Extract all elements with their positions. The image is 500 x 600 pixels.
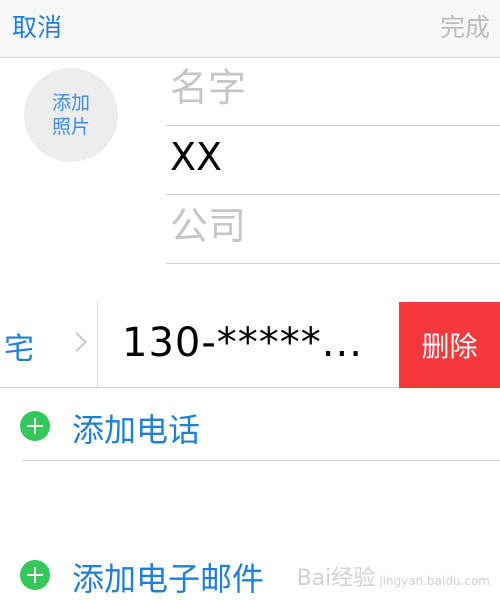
done-button[interactable]: 完成 [440, 8, 490, 44]
chevron-right-icon[interactable] [67, 332, 87, 352]
add-phone-button[interactable]: 添加电话 [0, 391, 500, 463]
phone-type-label[interactable]: 宅 [4, 324, 34, 368]
new-contact-screen: 取消 完成 添加照片 名字 XX 公司 宅 130-*****... 删除 添加… [0, 0, 500, 600]
add-email-label: 添加电子邮件 [72, 560, 265, 598]
last-name-field[interactable]: XX [166, 127, 500, 195]
add-circle-icon [20, 560, 50, 590]
navigation-bar: 取消 完成 [0, 0, 500, 58]
divider [22, 460, 500, 461]
watermark-text: Bai经验 [296, 566, 376, 591]
first-name-field[interactable]: 名字 [166, 58, 500, 126]
delete-label: 删除 [421, 330, 478, 363]
add-photo-button[interactable]: 添加照片 [24, 68, 118, 162]
add-circle-icon [20, 411, 50, 441]
last-name-value: XX [170, 135, 223, 179]
delete-phone-button[interactable]: 删除 [399, 302, 500, 388]
company-field[interactable]: 公司 [166, 196, 500, 264]
phone-row: 宅 130-*****... 删除 [0, 302, 500, 388]
watermark: Bai经验 jingyan.baidu.com [297, 560, 490, 592]
company-placeholder: 公司 [170, 204, 247, 248]
phone-divider [97, 302, 98, 388]
first-name-placeholder: 名字 [170, 66, 247, 110]
cancel-button[interactable]: 取消 [12, 8, 62, 44]
watermark-url: jingyan.baidu.com [379, 574, 490, 588]
add-photo-label: 添加照片 [51, 92, 90, 138]
add-phone-label: 添加电话 [72, 411, 201, 449]
phone-number-input[interactable]: 130-*****... [122, 320, 363, 366]
